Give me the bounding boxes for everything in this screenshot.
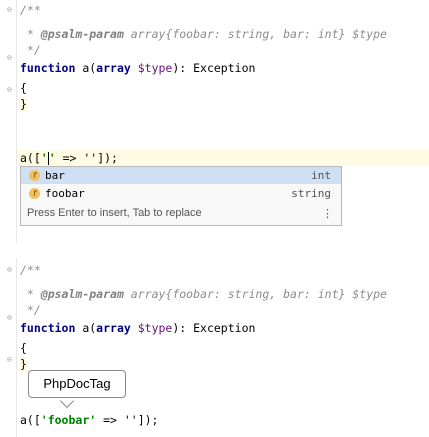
doc-close: */	[20, 43, 41, 57]
doc-open: /**	[20, 3, 41, 17]
function-line: function a(array $type): Exception	[20, 61, 256, 75]
fold-icon[interactable]: ⊖	[7, 356, 14, 364]
doc-param-line: * @psalm-param array{foobar: string, bar…	[20, 27, 387, 41]
doc-close: */	[20, 303, 41, 317]
brace-open: {	[20, 81, 27, 95]
completion-item-type: string	[291, 187, 331, 200]
completion-item[interactable]: f bar int	[21, 167, 341, 184]
function-line: function a(array $type): Exception	[20, 321, 256, 335]
brace-close: }	[20, 97, 27, 111]
completion-item-type: int	[311, 169, 331, 182]
completion-item-name: bar	[45, 169, 65, 182]
fold-icon[interactable]: ⊖	[7, 314, 14, 322]
more-options-icon[interactable]: ⋮	[322, 207, 333, 220]
completion-popup[interactable]: f bar int f foobar string Press Enter to…	[20, 166, 342, 226]
call-line-editing[interactable]: a(['' => '']);	[17, 150, 429, 166]
gutter-bottom	[0, 258, 17, 437]
editor-top[interactable]: ⊖ ⊖ ⊖ /** * @psalm-param array{foobar: s…	[0, 0, 429, 243]
completion-hint: Press Enter to insert, Tab to replace	[27, 207, 202, 219]
fold-icon[interactable]: ⊖	[7, 6, 14, 14]
completion-item[interactable]: f foobar string	[21, 185, 341, 202]
brace-open: {	[20, 341, 27, 355]
doc-param-line: * @psalm-param array{foobar: string, bar…	[20, 287, 387, 301]
field-icon: f	[29, 188, 40, 199]
completion-item-name: foobar	[45, 187, 85, 200]
doc-open: /**	[20, 263, 41, 277]
gutter-top	[0, 0, 17, 243]
fold-icon[interactable]: ⊖	[7, 266, 14, 274]
fold-icon[interactable]: ⊖	[7, 54, 14, 62]
editor-bottom[interactable]: ⊖ ⊖ ⊖ /** * @psalm-param array{foobar: s…	[0, 258, 429, 437]
brace-close: }	[20, 357, 27, 371]
phpdoctag-tooltip: PhpDocTag	[28, 370, 126, 398]
fold-icon[interactable]: ⊖	[7, 86, 14, 94]
field-icon: f	[29, 170, 40, 181]
call-line[interactable]: a(['foobar' => '']);	[20, 412, 158, 428]
